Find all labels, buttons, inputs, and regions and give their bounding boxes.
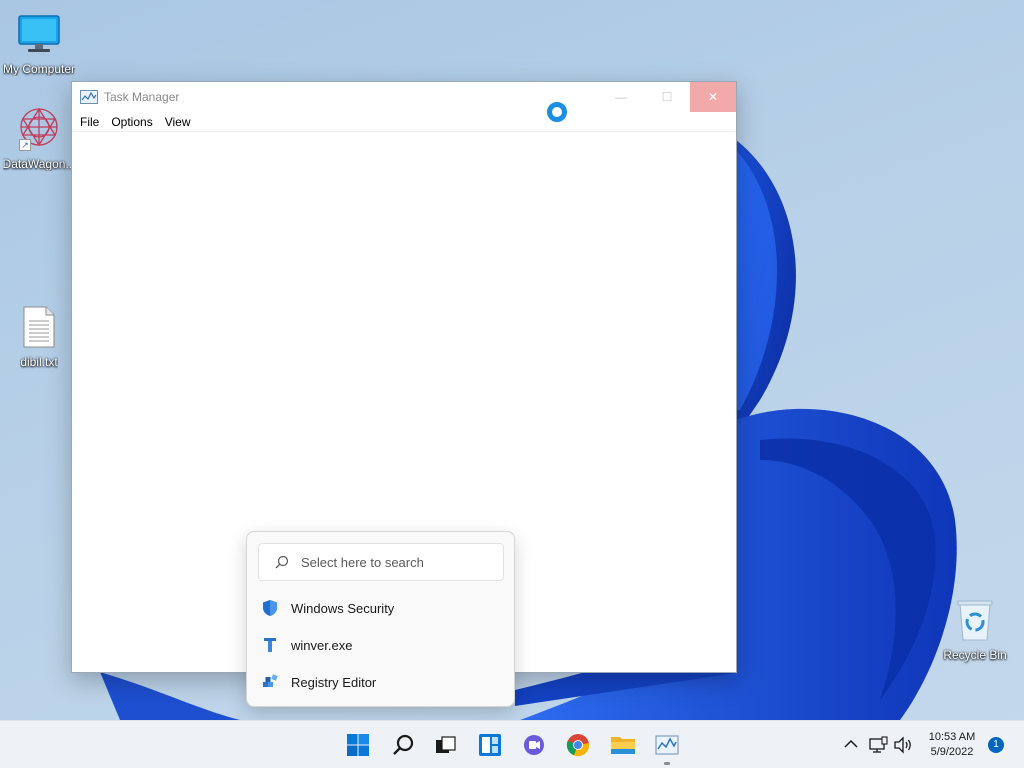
- start-icon: [347, 734, 369, 756]
- search-box[interactable]: [258, 543, 504, 581]
- close-button[interactable]: ✕: [690, 82, 736, 112]
- file-explorer-icon: [611, 737, 635, 754]
- menu-options[interactable]: Options: [105, 115, 158, 129]
- search-input[interactable]: [301, 554, 491, 570]
- search-icon: [393, 734, 414, 755]
- search-result-windows-security[interactable]: Windows Security: [261, 593, 501, 623]
- exe-icon: [261, 636, 279, 654]
- task-view-button[interactable]: [429, 729, 461, 761]
- chat-button[interactable]: [518, 729, 550, 761]
- volume-icon[interactable]: [893, 735, 913, 755]
- search-result-registry-editor[interactable]: Registry Editor: [261, 667, 501, 697]
- desktop-icon-label: My Computer: [2, 62, 76, 76]
- window-titlebar[interactable]: Task Manager — ☐ ✕: [72, 82, 736, 112]
- task-manager-app-icon: [80, 90, 98, 104]
- chat-icon: [524, 735, 544, 755]
- task-view-icon: [436, 736, 456, 753]
- network-icon[interactable]: [868, 735, 888, 755]
- loading-spinner-icon: [547, 102, 567, 122]
- taskbar-search-button[interactable]: [387, 729, 419, 761]
- chevron-up-icon[interactable]: [843, 736, 859, 752]
- clock-date: 5/9/2022: [930, 746, 974, 758]
- menu-bar: File Options View: [72, 112, 736, 132]
- desktop-icon-label: Recycle Bin: [943, 648, 1007, 662]
- chrome-button[interactable]: [562, 729, 594, 761]
- desktop-icon-recycle-bin[interactable]: Recycle Bin: [937, 598, 1013, 662]
- notification-badge[interactable]: 1: [988, 737, 1004, 753]
- desktop-icon-datawagon[interactable]: ↗ DataWagon...: [1, 105, 77, 171]
- text-file-icon: [15, 303, 63, 351]
- datawagon-icon: ↗: [15, 105, 63, 153]
- shortcut-arrow-icon: ↗: [19, 139, 31, 151]
- widgets-button[interactable]: [474, 729, 506, 761]
- result-label: winver.exe: [291, 637, 353, 653]
- clock-time: 10:53 AM: [928, 731, 976, 743]
- taskbar: 10:53 AM 5/9/2022 1: [0, 720, 1024, 768]
- search-icon: [275, 555, 289, 569]
- result-label: Windows Security: [291, 600, 395, 616]
- running-indicator: [664, 762, 670, 765]
- maximize-button[interactable]: ☐: [644, 82, 690, 112]
- search-popup: Windows Security winver.exe Registry Edi…: [246, 531, 515, 707]
- registry-icon: [261, 673, 279, 691]
- start-button[interactable]: [342, 729, 374, 761]
- desktop-icon-dibil-txt[interactable]: dibil.txt: [1, 303, 77, 369]
- menu-file[interactable]: File: [74, 115, 105, 129]
- desktop-icon-label: DataWagon...: [2, 157, 76, 171]
- menu-view[interactable]: View: [159, 115, 197, 129]
- window-title: Task Manager: [104, 90, 180, 104]
- widgets-icon: [479, 734, 501, 756]
- minimize-button[interactable]: —: [598, 82, 644, 112]
- result-label: Registry Editor: [291, 674, 377, 690]
- task-manager-icon: [655, 735, 679, 755]
- desktop-icon-my-computer[interactable]: My Computer: [1, 10, 77, 76]
- task-manager-taskbar-button[interactable]: [651, 729, 683, 761]
- taskbar-clock[interactable]: 10:53 AM 5/9/2022: [920, 730, 984, 760]
- desktop-icon-label: dibil.txt: [20, 355, 58, 369]
- recycle-bin-icon: [957, 600, 993, 641]
- monitor-icon: [15, 10, 63, 58]
- shield-icon: [261, 599, 279, 617]
- file-explorer-button[interactable]: [607, 729, 639, 761]
- search-result-winver[interactable]: winver.exe: [261, 630, 501, 660]
- chrome-icon: [566, 734, 590, 757]
